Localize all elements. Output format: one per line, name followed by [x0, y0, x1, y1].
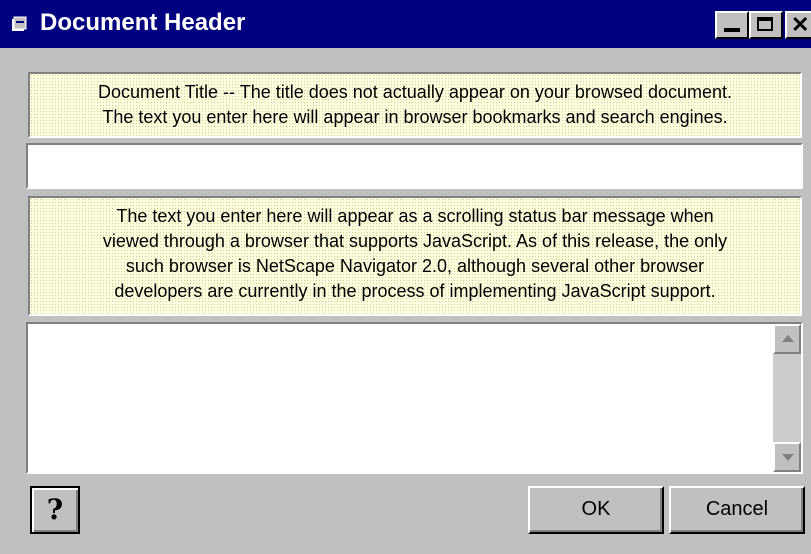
- minimize-icon: [724, 28, 740, 32]
- status-message-textarea[interactable]: [28, 324, 775, 472]
- arrow-down-icon: [782, 454, 794, 461]
- close-button[interactable]: ✕: [785, 11, 811, 39]
- close-icon: ✕: [791, 12, 810, 37]
- title-description-line-2: The text you enter here will appear in b…: [102, 107, 728, 127]
- document-title-input[interactable]: [26, 143, 803, 189]
- status-description-line-3: such browser is NetScape Navigator 2.0, …: [125, 256, 705, 276]
- maximize-icon: [757, 17, 773, 31]
- title-description: Document Title -- The title does not act…: [28, 72, 802, 138]
- status-description-line-1: The text you enter here will appear as a…: [116, 206, 714, 226]
- status-message-container: [26, 322, 803, 474]
- window-title: Document Header: [40, 9, 246, 36]
- title-bar[interactable]: Document Header ✕: [0, 0, 811, 48]
- arrow-up-icon: [782, 335, 794, 342]
- scroll-down-button[interactable]: [773, 442, 801, 472]
- maximize-button[interactable]: [749, 11, 783, 39]
- minimize-button[interactable]: [715, 11, 749, 39]
- document-header-dialog: Document Header ✕ Document Title -- The …: [0, 0, 811, 554]
- ok-button[interactable]: OK: [528, 486, 664, 534]
- title-description-line-1: Document Title -- The title does not act…: [97, 82, 732, 102]
- cancel-button[interactable]: Cancel: [669, 486, 805, 534]
- help-button[interactable]: ?: [30, 486, 80, 534]
- status-description-line-2: viewed through a browser that supports J…: [102, 231, 728, 251]
- status-description: The text you enter here will appear as a…: [28, 196, 802, 316]
- scroll-up-button[interactable]: [773, 324, 801, 354]
- status-description-line-4: developers are currently in the process …: [114, 281, 716, 301]
- help-icon: ?: [46, 493, 64, 526]
- app-icon: [12, 16, 27, 31]
- vertical-scrollbar[interactable]: [773, 324, 801, 472]
